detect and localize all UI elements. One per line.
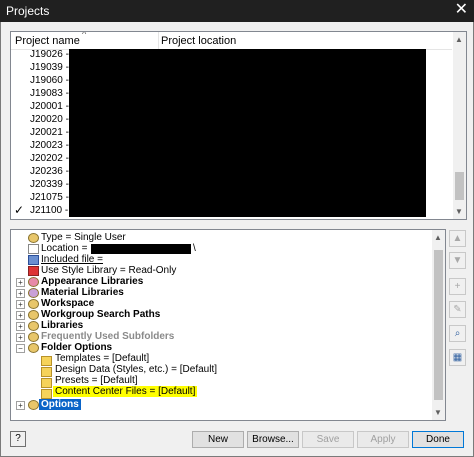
new-button[interactable]: New <box>192 431 244 448</box>
window-title: Projects <box>6 4 50 18</box>
scroll-down-icon[interactable]: ▼ <box>434 408 442 417</box>
expand-icon[interactable]: + <box>16 289 25 298</box>
location-icon <box>28 244 39 254</box>
image-button[interactable]: ▦ <box>449 349 466 366</box>
tree-item-label: Templates = [Default] <box>55 353 150 364</box>
project-name: J19039 - <box>30 62 69 73</box>
close-icon[interactable]: ✕ <box>455 1 468 19</box>
expand-icon[interactable]: + <box>16 278 25 287</box>
done-button[interactable]: Done <box>412 431 464 448</box>
tree-item-label: Workspace <box>41 298 95 309</box>
gear-icon <box>28 310 39 320</box>
tree-item-label: Folder Options <box>41 342 113 353</box>
gear-icon <box>28 332 39 342</box>
project-name: J20001 - <box>30 101 69 112</box>
expand-icon[interactable]: + <box>16 333 25 342</box>
column-separator <box>158 32 159 49</box>
expand-icon[interactable]: + <box>16 300 25 309</box>
redacted-location-value <box>91 244 191 254</box>
project-name: J20020 - <box>30 114 69 125</box>
apply-button[interactable]: Apply <box>357 431 409 448</box>
gear-icon <box>28 299 39 309</box>
gear-icon <box>28 321 39 331</box>
tree-item-label: Options <box>39 399 81 410</box>
appearance-icon <box>28 277 39 287</box>
expand-icon[interactable]: + <box>16 311 25 320</box>
project-name: J20339 - <box>30 179 69 190</box>
tree-item-label: Location = <box>41 243 88 254</box>
user-icon <box>28 233 39 243</box>
browse-button[interactable]: Browse... <box>247 431 299 448</box>
scrollbar-thumb[interactable] <box>434 250 443 400</box>
project-list[interactable]: Project name ^ Project location J19026 -… <box>10 31 467 220</box>
column-header-project-name[interactable]: Project name <box>15 35 80 47</box>
tree-item-label: Appearance Libraries <box>41 276 144 287</box>
gear-icon <box>28 343 39 353</box>
collapse-icon[interactable]: − <box>16 344 25 353</box>
project-name: J21075 - <box>30 192 69 203</box>
title-bar: Projects ✕ <box>0 0 474 22</box>
scrollbar-thumb[interactable] <box>455 172 464 200</box>
project-name: J19083 - <box>30 88 69 99</box>
tree-item-label: Libraries <box>41 320 84 331</box>
tree-item-label: Use Style Library = Read-Only <box>41 265 177 276</box>
project-list-scrollbar[interactable]: ▲ ▼ <box>453 32 466 219</box>
tree-item-label: Presets = [Default] <box>55 375 138 386</box>
material-icon <box>28 288 39 298</box>
project-name: J20202 - <box>30 153 69 164</box>
project-name: J19026 - <box>30 49 69 60</box>
move-down-button[interactable]: ▼ <box>449 252 466 269</box>
scroll-down-icon[interactable]: ▼ <box>455 207 463 216</box>
project-name: J19060 - <box>30 75 69 86</box>
folder-icon <box>41 389 52 399</box>
move-up-button[interactable]: ▲ <box>449 230 466 247</box>
save-button[interactable]: Save <box>302 431 354 448</box>
project-name: J20021 - <box>30 127 69 138</box>
gear-icon <box>28 400 39 410</box>
project-name: J20236 - <box>30 166 69 177</box>
redacted-project-locations <box>69 49 426 217</box>
tree-item-label: Material Libraries <box>41 287 124 298</box>
tree-item-label: Content Center Files = [Default] <box>53 386 198 397</box>
project-settings-tree[interactable]: Type = Single User Location = \ Included… <box>10 229 446 421</box>
tree-item-content-center-files[interactable]: Content Center Files = [Default] <box>11 386 431 399</box>
help-button[interactable]: ? <box>10 431 26 447</box>
expand-icon[interactable]: + <box>16 401 25 410</box>
sort-chevron-icon: ^ <box>82 31 87 39</box>
scroll-up-icon[interactable]: ▲ <box>455 35 463 44</box>
tree-item-label: Design Data (Styles, etc.) = [Default] <box>55 364 218 375</box>
tree-item-label: Included file = <box>41 254 103 265</box>
tree-item-label: Workgroup Search Paths <box>41 309 161 320</box>
tree-item-label: Type = Single User <box>41 232 126 243</box>
find-button[interactable]: ⌕ <box>449 325 466 342</box>
project-list-header: Project name ^ Project location <box>11 32 452 50</box>
file-icon <box>28 255 39 265</box>
project-name: J20023 - <box>30 140 69 151</box>
project-name: J21100 - <box>30 205 69 216</box>
expand-icon[interactable]: + <box>16 322 25 331</box>
scroll-up-icon[interactable]: ▲ <box>434 233 442 242</box>
checkmark-icon: ✓ <box>14 203 25 217</box>
location-suffix: \ <box>193 243 196 254</box>
tree-item-label: Frequently Used Subfolders <box>41 331 175 342</box>
tree-scrollbar[interactable]: ▲ ▼ <box>432 230 445 420</box>
add-button[interactable]: + <box>449 278 466 295</box>
column-header-project-location[interactable]: Project location <box>161 35 236 47</box>
tree-item-options[interactable]: + Options <box>11 399 431 411</box>
edit-button[interactable]: ✎ <box>449 301 466 318</box>
style-icon <box>28 266 39 276</box>
